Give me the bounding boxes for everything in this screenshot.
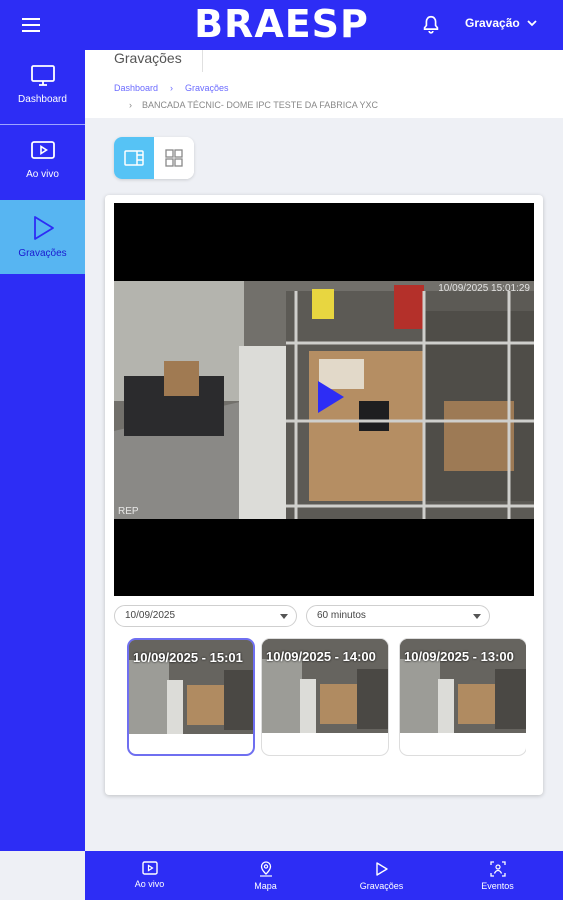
- thumbnail-image: 10/09/2025 - 15:01: [129, 640, 253, 734]
- sidebar-item-label: Gravações: [18, 248, 67, 259]
- tab-gravacoes[interactable]: Gravações: [322, 851, 441, 900]
- page-title: Gravações: [114, 50, 182, 66]
- play-triangle-icon: [375, 862, 388, 876]
- thumbnail-image: 10/09/2025 - 14:00: [262, 639, 388, 733]
- thumbnail-label: 10/09/2025 - 14:00: [266, 649, 376, 664]
- video-corner-label: REP: [118, 506, 139, 517]
- duration-select[interactable]: 60 minutos: [306, 605, 490, 627]
- breadcrumb: Dashboard › Gravações: [114, 83, 229, 93]
- view-toggle: [114, 137, 194, 179]
- video-timestamp: 10/09/2025 15:01:29: [438, 283, 530, 294]
- single-view-button[interactable]: [114, 137, 154, 179]
- top-bar: BRAESP Gravação: [0, 0, 563, 50]
- tab-label: Eventos: [481, 881, 514, 891]
- bell-icon[interactable]: [420, 14, 442, 36]
- duration-select-value: 60 minutos: [317, 610, 366, 621]
- thumbnail-image: 10/09/2025 - 13:00: [400, 639, 526, 733]
- chevron-right-icon: ›: [170, 83, 174, 93]
- sidebar-item-ao-vivo[interactable]: Ao vivo: [0, 125, 85, 199]
- menu-icon[interactable]: [20, 14, 42, 36]
- tab-label: Mapa: [254, 881, 277, 891]
- events-icon: [489, 861, 506, 877]
- map-pin-icon: [259, 861, 272, 877]
- thumbnail-label: 10/09/2025 - 13:00: [404, 649, 514, 664]
- date-select[interactable]: 10/09/2025: [114, 605, 297, 627]
- tab-label: Gravações: [359, 881, 404, 891]
- play-icon[interactable]: [318, 381, 344, 413]
- sidebar-item-label: Ao vivo: [26, 169, 59, 180]
- play-triangle-icon: [33, 216, 54, 240]
- recording-thumbnail[interactable]: 10/09/2025 - 14:00: [261, 638, 389, 756]
- recording-thumbnail[interactable]: 10/09/2025 - 15:01: [127, 638, 255, 756]
- chevron-right-icon: ›: [129, 100, 132, 110]
- tab-eventos[interactable]: Eventos: [438, 851, 557, 900]
- recordings-carousel[interactable]: 10/09/2025 - 15:01 10/09/2025 - 14:00 10…: [126, 638, 526, 758]
- tab-label: Ao vivo: [134, 879, 165, 889]
- date-select-value: 10/09/2025: [125, 610, 176, 621]
- sidebar: Dashboard Ao vivo Gravações: [0, 50, 85, 851]
- breadcrumb-gravacoes[interactable]: Gravações: [185, 83, 229, 93]
- grid-view-icon: [165, 149, 183, 167]
- title-divider: [202, 50, 203, 72]
- page-header: Gravações Dashboard › Gravações › BANCAD…: [85, 50, 563, 118]
- user-menu[interactable]: Gravação: [465, 16, 538, 30]
- chevron-down-icon: [527, 20, 537, 27]
- caret-down-icon: [473, 614, 481, 619]
- single-view-icon: [124, 150, 144, 166]
- thumbnail-label: 10/09/2025 - 15:01: [133, 650, 243, 665]
- monitor-icon: [30, 65, 55, 86]
- grid-view-button[interactable]: [154, 137, 194, 179]
- breadcrumb-dashboard[interactable]: Dashboard: [114, 83, 158, 93]
- sidebar-item-dashboard[interactable]: Dashboard: [0, 50, 85, 124]
- camera-path: › BANCADA TÉCNIC- DOME IPC TESTE DA FABR…: [129, 100, 378, 110]
- main-content: Gravações Dashboard › Gravações › BANCAD…: [85, 50, 563, 851]
- camera-name: BANCADA TÉCNIC- DOME IPC TESTE DA FABRIC…: [142, 100, 379, 110]
- play-square-icon: [141, 861, 158, 875]
- user-menu-label: Gravação: [465, 16, 520, 30]
- play-square-icon: [30, 141, 55, 159]
- sidebar-item-gravacoes[interactable]: Gravações: [0, 200, 85, 274]
- bottom-nav: Ao vivo Mapa Gravações Eventos: [85, 851, 563, 900]
- recording-card: 10/09/2025 15:01:29 REP 10/09/2025 60 mi…: [105, 195, 543, 795]
- recording-thumbnail[interactable]: 10/09/2025 - 13:00: [399, 638, 526, 756]
- caret-down-icon: [280, 614, 288, 619]
- video-player[interactable]: 10/09/2025 15:01:29 REP: [114, 203, 534, 596]
- tab-mapa[interactable]: Mapa: [206, 851, 325, 900]
- tab-ao-vivo[interactable]: Ao vivo: [90, 851, 209, 900]
- sidebar-item-label: Dashboard: [18, 94, 67, 105]
